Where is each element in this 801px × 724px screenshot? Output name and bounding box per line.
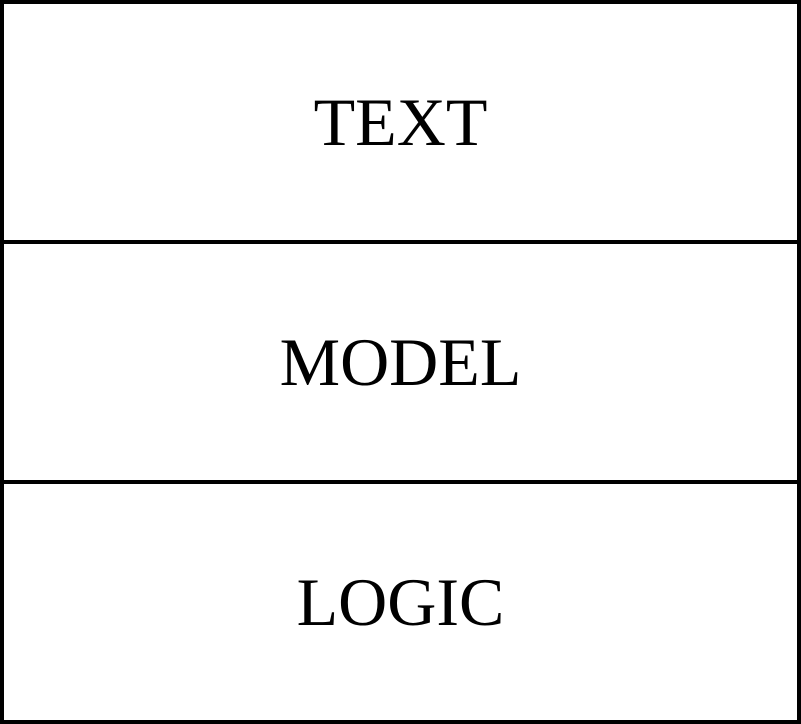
- layer-box-text: TEXT: [4, 4, 797, 240]
- layer-box-logic: LOGIC: [4, 480, 797, 720]
- layer-label-text: TEXT: [313, 84, 488, 160]
- layer-box-model: MODEL: [4, 240, 797, 480]
- layer-label-logic: LOGIC: [296, 564, 505, 640]
- layer-stack-diagram: TEXT MODEL LOGIC: [0, 0, 801, 724]
- layer-label-model: MODEL: [279, 324, 522, 400]
